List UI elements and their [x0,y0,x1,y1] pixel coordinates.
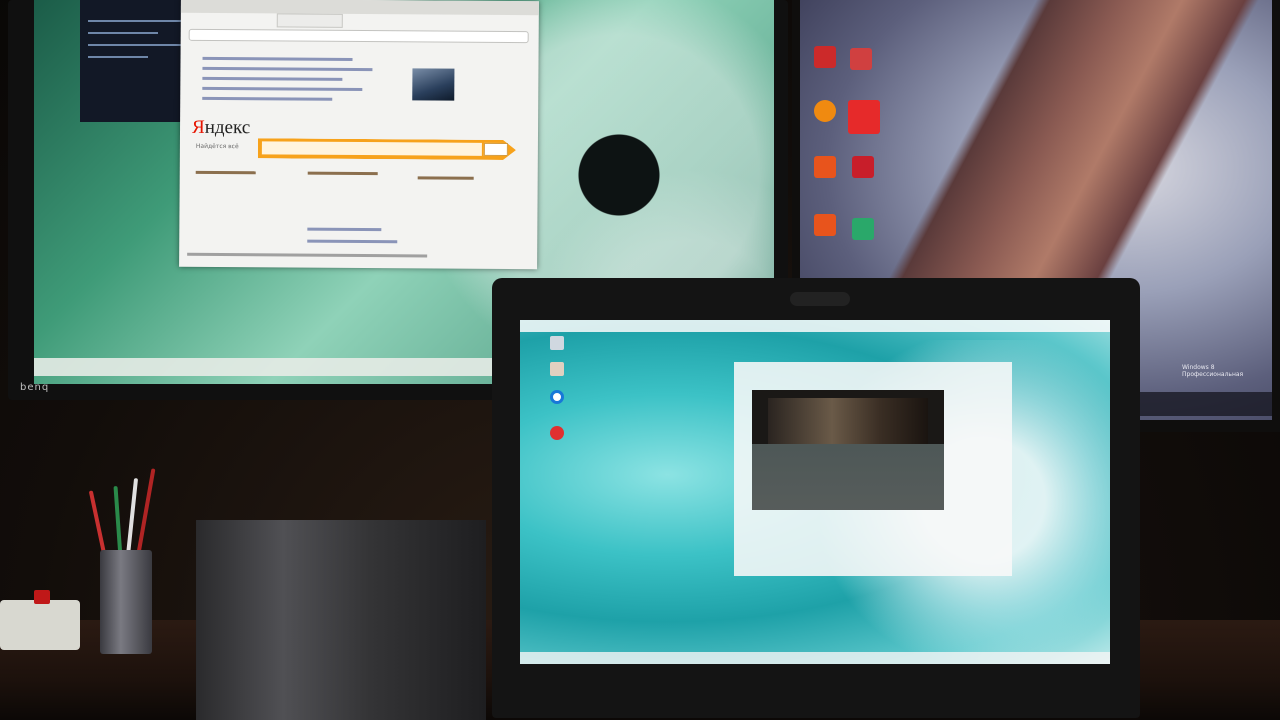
desktop-app-icon[interactable] [814,46,836,68]
desktop-app-icon[interactable] [814,156,836,178]
power-strip [0,600,80,650]
desktop-app-icon[interactable] [852,218,874,240]
monitor-brand-label: benq [20,382,50,393]
yandex-tagline: Найдётся всё [195,142,239,151]
desktop-app-icon[interactable] [848,100,880,134]
news-headline[interactable] [202,56,353,61]
widget-heading [195,170,256,175]
search-button[interactable] [483,142,508,157]
laptop-screen [520,320,1110,664]
laptop-bottom-panel[interactable] [520,652,1110,664]
browser-window[interactable]: Яндекс Найдётся всё [179,0,539,270]
laptop-webcam [790,292,850,306]
monitor-stand [196,520,486,720]
news-headline[interactable] [202,76,343,81]
desktop-app-icon[interactable] [550,390,564,404]
video-preview[interactable] [752,390,944,510]
desktop-folder-icon[interactable] [550,362,564,376]
terminal-text-line [88,20,184,22]
widget-line[interactable] [307,227,382,232]
desktop-computer-icon[interactable] [550,336,564,350]
desktop-app-icon[interactable] [550,426,564,440]
news-headline[interactable] [202,86,363,92]
desktop-app-icon[interactable] [850,48,872,70]
video-reflection [752,444,944,510]
widget-heading [417,176,474,180]
desktop-app-icon[interactable] [852,156,874,178]
browser-titlebar[interactable] [180,0,539,16]
widget-heading [307,171,378,176]
news-headline[interactable] [202,96,333,101]
laptop-top-panel[interactable] [520,320,1110,332]
pen-cup [100,550,152,654]
terminal-text-line [88,32,158,34]
news-photo[interactable] [412,68,455,101]
desktop-app-icon[interactable] [814,100,836,122]
terminal-text-line [88,56,148,58]
os-watermark: Windows 8 Профессиональная [1182,364,1244,378]
video-frame [768,398,928,444]
widget-line[interactable] [307,239,398,244]
yandex-logo: Яндекс [191,116,251,139]
browser-tab[interactable] [276,13,343,28]
search-input[interactable] [261,141,482,156]
desktop-app-icon[interactable] [814,214,836,236]
browser-url-bar[interactable] [188,28,529,44]
power-switch [34,590,50,604]
footer-line [187,252,428,258]
news-headline[interactable] [202,66,373,72]
